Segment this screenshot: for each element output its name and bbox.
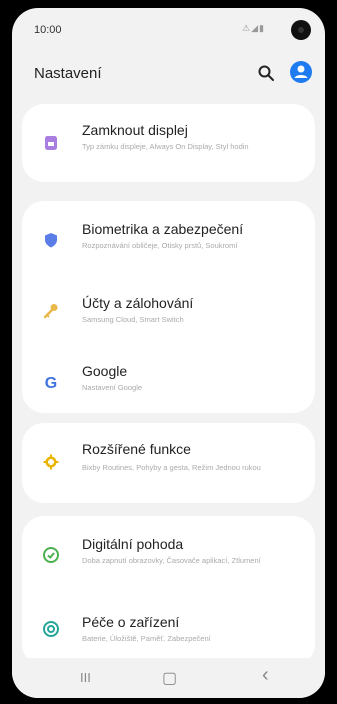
item-subtitle: Bixby Routines, Pohyby a gesta, Režim Je… [82, 463, 261, 472]
gear-plus-icon [43, 454, 59, 470]
front-camera [291, 20, 311, 40]
status-time: 10:00 [34, 24, 62, 36]
list-item-accounts[interactable]: Účty a zálohování Samsung Cloud, Smart S… [22, 281, 315, 341]
shield-icon [45, 233, 57, 248]
item-label: Google [82, 363, 128, 379]
item-subtitle: Samsung Cloud, Smart Switch [82, 315, 184, 324]
item-label: Rozšířené funkce [82, 441, 191, 457]
list-item-advanced-features[interactable]: Rozšířené funkce Bixby Routines, Pohyby … [22, 423, 315, 503]
list-item-digital-wellbeing[interactable]: Digitální pohoda Doba zapnutí obrazovky,… [22, 516, 315, 590]
lock-screen-icon [45, 136, 57, 150]
home-button[interactable]: ▢ [162, 668, 177, 688]
svg-text:G: G [45, 375, 57, 391]
search-icon[interactable] [257, 64, 275, 82]
item-subtitle: Rozpoznávání obličeje, Otisky prstů, Sou… [82, 241, 238, 250]
settings-card-advanced: Rozšířené funkce Bixby Routines, Pohyby … [22, 423, 315, 503]
google-icon: G [45, 375, 57, 391]
settings-card-security: Biometrika a zabezpečení Rozpoznávání ob… [22, 201, 315, 413]
back-button[interactable]: ‹ [262, 664, 269, 687]
item-label: Zamknout displej [82, 122, 188, 138]
status-bar: 10:00 ⚠◢▮ [12, 8, 325, 48]
status-icons: ⚠◢▮ [242, 23, 265, 33]
item-subtitle: Nastavení Google [82, 383, 143, 392]
recent-apps-button[interactable]: III [80, 670, 91, 685]
profile-icon[interactable] [289, 60, 313, 84]
list-item-device-care[interactable]: Péče o zařízení Baterie, Úložiště, Paměť… [22, 598, 315, 660]
page-title: Nastavení [34, 65, 102, 82]
item-label: Biometrika a zabezpečení [82, 221, 244, 237]
wellbeing-icon [43, 547, 59, 563]
list-item-lock-screen[interactable]: Zamknout displej Typ zámku displeje, Alw… [22, 104, 315, 182]
item-subtitle: Typ zámku displeje, Always On Display, S… [82, 142, 249, 151]
item-label: Péče o zařízení [82, 614, 180, 630]
item-subtitle: Baterie, Úložiště, Paměť, Zabezpečení [82, 634, 211, 643]
phone-screen: 10:00 ⚠◢▮ Nastavení Zamknout displej Typ… [12, 8, 325, 698]
list-item-google[interactable]: G Google Nastavení Google [22, 349, 315, 409]
settings-header: Nastavení [12, 58, 325, 88]
item-label: Digitální pohoda [82, 536, 184, 552]
settings-card-lock: Zamknout displej Typ zámku displeje, Alw… [22, 104, 315, 182]
key-icon [43, 304, 58, 319]
settings-card-wellbeing: Digitální pohoda Doba zapnutí obrazovky,… [22, 516, 315, 666]
item-subtitle: Doba zapnutí obrazovky, Časovače aplikac… [82, 556, 261, 565]
device-care-icon [43, 621, 59, 637]
list-item-biometrics[interactable]: Biometrika a zabezpečení Rozpoznávání ob… [22, 201, 315, 273]
navigation-bar: III ▢ ‹ [12, 658, 325, 698]
item-label: Účty a zálohování [82, 295, 194, 311]
